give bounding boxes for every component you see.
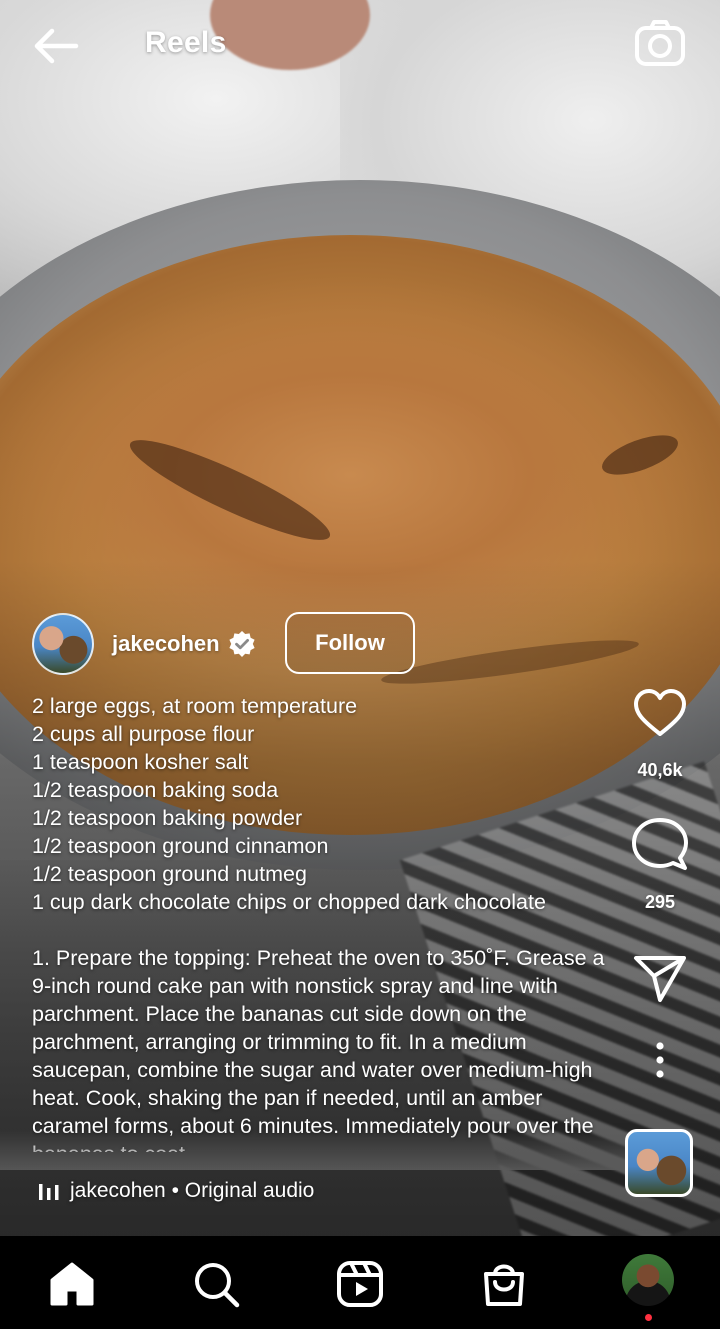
ingredient-line: 1/2 teaspoon baking powder — [32, 806, 303, 830]
verified-badge-icon — [228, 630, 256, 658]
recipe-step: 1. Prepare the topping: Preheat the oven… — [32, 946, 605, 1152]
camera-icon[interactable] — [634, 18, 686, 70]
bottom-nav — [0, 1236, 720, 1329]
caption-fade — [0, 1130, 640, 1170]
audio-thumbnail[interactable] — [625, 1129, 693, 1197]
home-icon[interactable] — [46, 1258, 98, 1310]
send-icon[interactable] — [632, 950, 688, 1006]
author-username[interactable]: jakecohen — [112, 631, 220, 657]
audio-link[interactable]: jakecohen • Original audio — [38, 1176, 314, 1206]
top-bar: Reels — [0, 0, 720, 90]
audio-label: jakecohen • Original audio — [70, 1179, 315, 1202]
ingredient-line: 2 large eggs, at room temperature — [32, 694, 358, 718]
ingredient-line: 1/2 teaspoon ground cinnamon — [32, 834, 329, 858]
heart-icon[interactable] — [632, 686, 688, 742]
ingredient-line: 1 teaspoon kosher salt — [32, 750, 249, 774]
shop-icon[interactable] — [478, 1258, 530, 1310]
comment-icon[interactable] — [632, 816, 688, 872]
arrow-left-icon[interactable] — [30, 24, 82, 68]
more-vertical-icon[interactable] — [632, 1040, 688, 1080]
like-count: 40,6k — [637, 760, 683, 780]
notification-dot — [645, 1314, 652, 1321]
comment-count: 295 — [644, 892, 676, 912]
ingredient-line: 2 cups all purpose flour — [32, 722, 255, 746]
profile-avatar[interactable] — [622, 1254, 674, 1306]
ingredient-line: 1/2 teaspoon ground nutmeg — [32, 862, 307, 886]
audio-bars-icon — [38, 1182, 60, 1200]
follow-button[interactable]: Follow — [285, 612, 415, 674]
author-avatar[interactable] — [32, 613, 94, 675]
search-icon[interactable] — [190, 1258, 242, 1310]
page-title: Reels — [145, 26, 227, 59]
post-caption[interactable]: 2 large eggs, at room temperature 2 cups… — [32, 692, 622, 1152]
ingredient-line: 1/2 teaspoon baking soda — [32, 778, 279, 802]
ingredient-line: 1 cup dark chocolate chips or chopped da… — [32, 890, 546, 914]
author-row: jakecohen — [32, 612, 256, 676]
reels-icon[interactable] — [334, 1258, 386, 1310]
